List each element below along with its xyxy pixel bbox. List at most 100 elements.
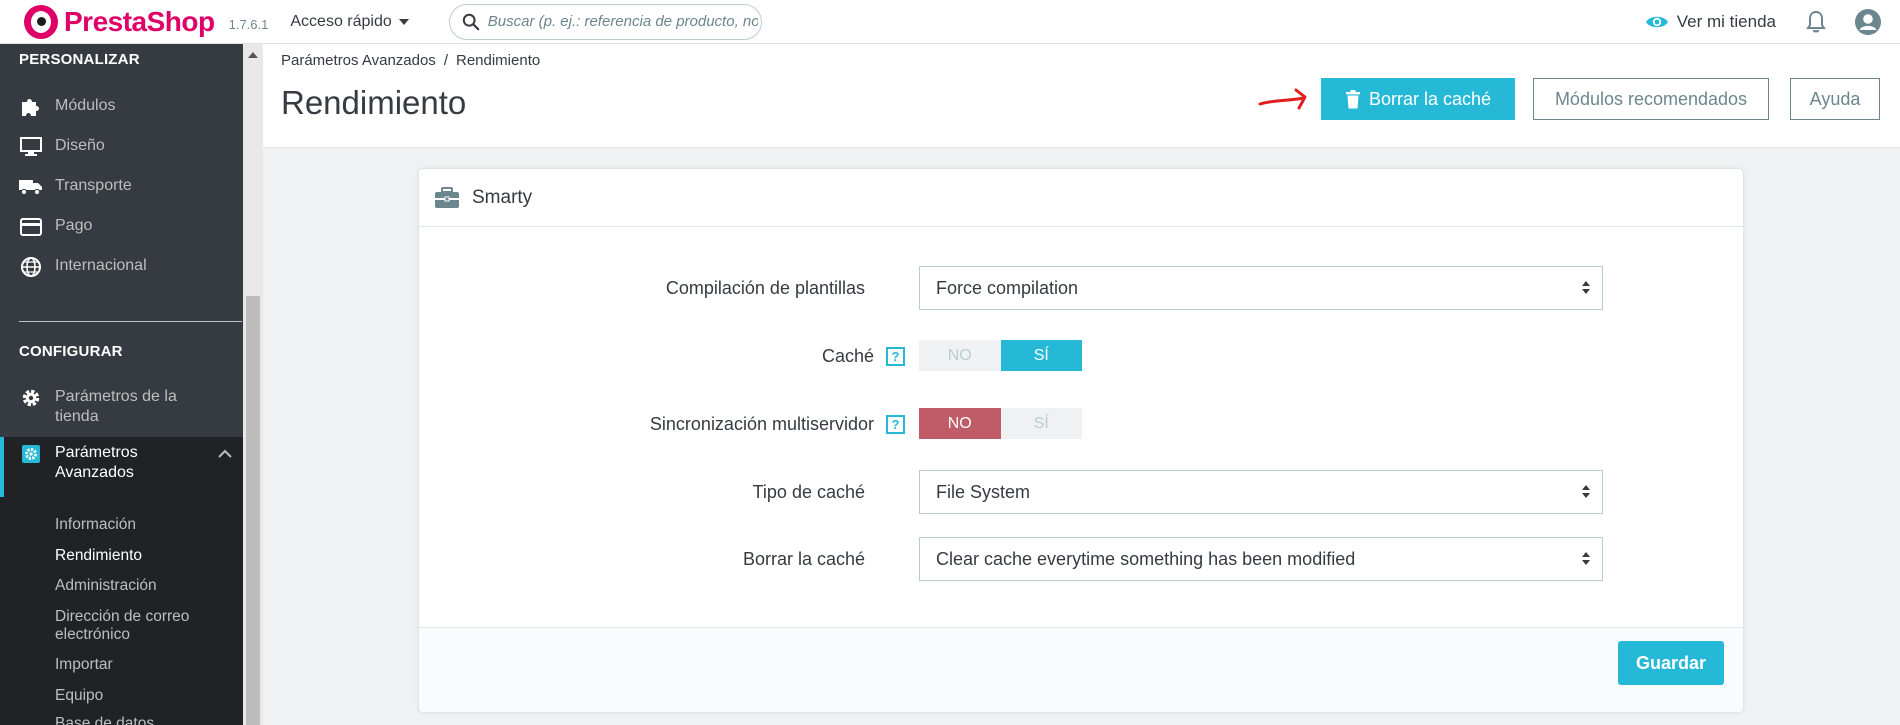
sidebar-item-design[interactable]: Diseño [0,136,243,158]
page-header: Parámetros Avanzados / Rendimiento Rendi… [263,44,1900,148]
help-icon[interactable]: ? [886,346,905,366]
submenu-item-team[interactable]: Equipo [55,687,103,705]
template-compilation-label: Compilación de plantillas [665,277,865,298]
panel-title: Smarty [472,186,533,208]
caret-down-icon [398,18,409,25]
sidebar-item-store-params[interactable]: Parámetros de la tienda [0,387,243,427]
brand-name: PrestaShop [64,5,215,37]
select-value: Clear cache everytime something has been… [936,548,1356,569]
clear-cache-button-label: Borrar la caché [1368,88,1492,109]
template-compilation-select[interactable]: Force compilation [919,266,1603,310]
cache-type-select[interactable]: File System [919,470,1603,514]
cog-box-icon [19,443,43,465]
breadcrumb-parent-link[interactable]: Parámetros Avanzados [281,52,436,69]
panel-header: Smarty [419,169,1743,227]
quick-access-label: Acceso rápido [290,12,392,30]
cache-type-label: Tipo de caché [752,481,865,502]
cache-switch-no[interactable]: NO [919,340,1001,371]
submenu-item-database[interactable]: Base de datos [55,715,154,725]
globe-icon [19,256,43,278]
credit-card-icon [19,216,43,238]
sidebar-item-label: Transporte [55,177,132,194]
briefcase-icon [435,186,459,208]
breadcrumb-separator: / [443,52,448,69]
help-button-label: Ayuda [1809,88,1861,109]
truck-icon [19,176,43,198]
quick-access-dropdown[interactable]: Acceso rápido [290,12,409,31]
sidebar-divider [19,321,242,322]
view-store-link[interactable]: Ver mi tienda [1645,12,1776,32]
chevron-up-icon[interactable] [218,449,232,458]
sidebar-section-configurar: CONFIGURAR [19,343,123,360]
submenu-item-performance[interactable]: Rendimiento [55,547,142,565]
smarty-panel: Smarty Compilación de plantillas Force c… [418,168,1744,713]
sidebar-item-modules[interactable]: Módulos [0,96,243,118]
prestashop-logo[interactable]: PrestaShop [24,4,215,39]
multiserver-label-text: Sincronización multiservidor [649,413,874,434]
sidebar-item-label: Parámetros de la tienda [55,388,177,425]
search-icon [462,13,480,30]
multiserver-label: Sincronización multiservidor ? [650,402,905,446]
red-arrow-annotation-icon [1258,88,1307,110]
clear-cache-label: Borrar la caché [742,548,865,569]
multiserver-switch[interactable]: NO SÍ [919,408,1082,439]
puzzle-icon [19,96,43,118]
select-arrows-icon [1582,552,1590,565]
save-button[interactable]: Guardar [1618,641,1724,685]
submenu-item-information[interactable]: Información [55,516,136,534]
sidebar-item-label: Parámetros Avanzados [55,444,138,481]
scroll-up-arrow-icon[interactable] [248,52,258,58]
select-arrows-icon [1582,281,1590,294]
form-row-cache-type: Tipo de caché File System [419,470,1745,514]
sidebar-item-label: Módulos [55,97,116,114]
search-box[interactable] [448,3,762,40]
top-header: PrestaShop 1.7.6.1 Acceso rápido Ver mi … [0,0,1900,44]
cache-switch[interactable]: NO SÍ [919,340,1082,371]
clear-cache-button[interactable]: Borrar la caché [1321,78,1515,120]
version-label: 1.7.6.1 [228,17,269,32]
multiserver-switch-no[interactable]: NO [919,408,1001,439]
bell-icon[interactable] [1806,10,1826,34]
submenu-item-administration[interactable]: Administración [55,577,157,595]
form-row-multiserver: Sincronización multiservidor ? NO SÍ [419,402,1745,446]
help-icon[interactable]: ? [886,414,905,434]
trash-icon [1345,89,1360,108]
sidebar-item-label: Diseño [55,137,105,154]
sidebar-item-label: Internacional [55,257,147,274]
submenu-item-import[interactable]: Importar [55,656,113,674]
form-row-clear-cache: Borrar la caché Clear cache everytime so… [419,537,1745,581]
recommended-modules-label: Módulos recomendados [1554,88,1748,109]
submenu-item-email[interactable]: Dirección de correo electrónico [55,608,225,644]
select-value: Force compilation [936,277,1079,298]
cache-label-text: Caché [821,345,874,366]
multiserver-switch-yes[interactable]: SÍ [1001,408,1083,439]
sidebar-item-shipping[interactable]: Transporte [0,176,243,198]
sidebar: PERSONALIZAR Módulos Diseño Transporte P… [0,44,243,725]
panel-footer: Guardar [419,627,1743,712]
eye-icon [1645,16,1668,28]
form-row-cache: Caché ? NO SÍ [419,334,1745,378]
select-value: File System [936,481,1031,502]
sidebar-item-payment[interactable]: Pago [0,216,243,238]
clear-cache-select[interactable]: Clear cache everytime something has been… [919,537,1603,581]
scrollbar-thumb[interactable] [246,296,260,725]
help-button[interactable]: Ayuda [1790,78,1880,120]
view-store-label: Ver mi tienda [1676,12,1776,31]
monitor-icon [19,136,43,158]
sidebar-section-personalizar: PERSONALIZAR [19,51,140,68]
form-row-template-compilation: Compilación de plantillas Force compilat… [419,266,1745,310]
puffin-logo-icon [24,4,58,39]
gear-icon [19,387,43,409]
cache-label: Caché ? [822,334,905,378]
breadcrumb: Parámetros Avanzados / Rendimiento [281,52,540,69]
breadcrumb-current: Rendimiento [455,52,541,69]
cache-switch-yes[interactable]: SÍ [1000,340,1082,371]
user-avatar-icon[interactable] [1854,8,1882,36]
select-arrows-icon [1582,485,1590,498]
page-title: Rendimiento [281,84,467,121]
sidebar-scrollbar[interactable] [243,44,263,725]
recommended-modules-button[interactable]: Módulos recomendados [1533,78,1769,120]
sidebar-item-advanced-params[interactable]: Parámetros Avanzados [0,437,243,497]
sidebar-item-international[interactable]: Internacional [0,256,243,278]
search-input[interactable] [487,13,758,30]
